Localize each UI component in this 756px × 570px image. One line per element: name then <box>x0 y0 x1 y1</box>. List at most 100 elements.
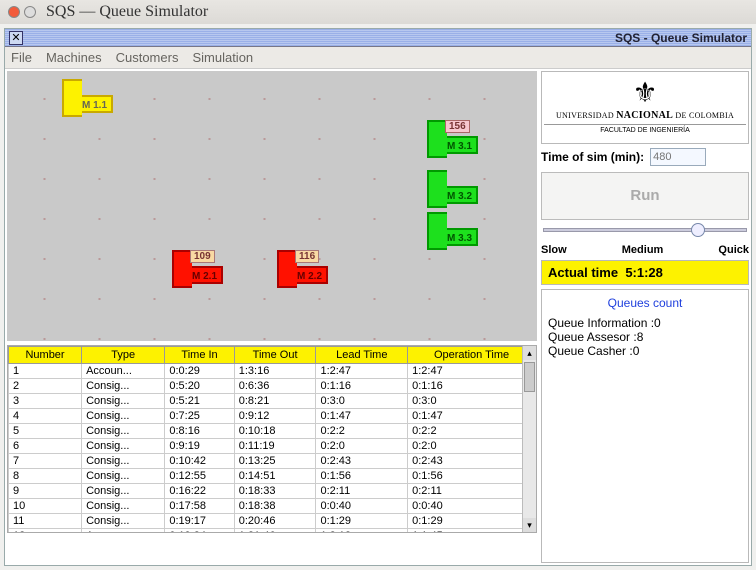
ticket-109: 109 <box>190 250 215 263</box>
table-row[interactable]: 6Consig...0:9:190:11:190:2:00:2:0 <box>9 439 536 454</box>
table-cell: 0:1:56 <box>316 469 408 484</box>
simulation-canvas[interactable]: M 1.1 109 M 2.1 116 M 2.2 156 M 3.1 M 3.… <box>7 71 537 341</box>
window-minimize-button[interactable] <box>24 6 36 18</box>
results-table: Number Type Time In Time Out Lead Time O… <box>8 346 536 533</box>
table-cell: 0:19:17 <box>165 514 234 529</box>
table-row[interactable]: 1Accoun...0:0:291:3:161:2:471:2:47 <box>9 364 536 379</box>
table-row[interactable]: 5Consig...0:8:160:10:180:2:20:2:2 <box>9 424 536 439</box>
col-lead-time[interactable]: Lead Time <box>316 347 408 364</box>
table-cell: 0:17:58 <box>165 499 234 514</box>
inner-close-button[interactable]: ✕ <box>9 31 23 45</box>
table-cell: 0:3:0 <box>316 394 408 409</box>
col-time-in[interactable]: Time In <box>165 347 234 364</box>
table-cell: 7 <box>9 454 82 469</box>
app-frame: ✕ SQS - Queue Simulator File Machines Cu… <box>4 28 752 566</box>
table-row[interactable]: 3Consig...0:5:210:8:210:3:00:3:0 <box>9 394 536 409</box>
machine-m3-3[interactable]: M 3.3 <box>427 228 478 246</box>
run-button[interactable]: Run <box>541 172 749 220</box>
table-cell: 0:9:12 <box>234 409 316 424</box>
table-row[interactable]: 2Consig...0:5:200:6:360:1:160:1:16 <box>9 379 536 394</box>
table-cell: 0:8:16 <box>165 424 234 439</box>
table-cell: 1:21:46 <box>234 529 316 534</box>
window-title: SQS — Queue Simulator <box>46 3 208 21</box>
table-row[interactable]: 10Consig...0:17:580:18:380:0:400:0:40 <box>9 499 536 514</box>
col-number[interactable]: Number <box>9 347 82 364</box>
table-cell: 0:1:29 <box>316 514 408 529</box>
table-cell: 0:1:29 <box>408 514 536 529</box>
speed-medium-label: Medium <box>622 244 664 256</box>
table-cell: 0:18:33 <box>234 484 316 499</box>
table-cell: 0:1:16 <box>408 379 536 394</box>
col-operation-time[interactable]: Operation Time <box>408 347 536 364</box>
table-cell: 0:18:38 <box>234 499 316 514</box>
table-cell: 0:9:19 <box>165 439 234 454</box>
scroll-thumb[interactable] <box>524 362 535 392</box>
actual-time-label: Actual time <box>548 265 618 280</box>
queue-information: Queue Information :0 <box>548 316 742 330</box>
table-cell: 11 <box>9 514 82 529</box>
table-cell: Accoun... <box>82 364 165 379</box>
table-row[interactable]: 8Consig...0:12:550:14:510:1:560:1:56 <box>9 469 536 484</box>
table-cell: 0:0:40 <box>316 499 408 514</box>
machine-m3-1[interactable]: 156 M 3.1 <box>427 136 478 154</box>
table-row[interactable]: 7Consig...0:10:420:13:250:2:430:2:43 <box>9 454 536 469</box>
time-of-sim-row: Time of sim (min): <box>541 148 749 166</box>
table-cell: 0:2:43 <box>408 454 536 469</box>
table-cell: 6 <box>9 439 82 454</box>
speed-slider[interactable] <box>543 228 747 232</box>
table-header-row: Number Type Time In Time Out Lead Time O… <box>9 347 536 364</box>
table-scrollbar[interactable]: ▴ ▾ <box>522 346 536 532</box>
speed-slow-label: Slow <box>541 244 567 256</box>
machine-label: M 3.1 <box>447 141 472 152</box>
results-table-wrap: Number Type Time In Time Out Lead Time O… <box>7 345 537 533</box>
table-cell: Consig... <box>82 469 165 484</box>
machine-m1-1[interactable]: M 1.1 <box>62 95 113 113</box>
table-cell: 1:2:47 <box>316 364 408 379</box>
ticket-156: 156 <box>445 120 470 133</box>
table-cell: 0:2:0 <box>316 439 408 454</box>
table-row[interactable]: 11Consig...0:19:170:20:460:1:290:1:29 <box>9 514 536 529</box>
inner-title: SQS - Queue Simulator <box>615 31 747 45</box>
table-cell: 5 <box>9 424 82 439</box>
table-cell: 0:2:2 <box>408 424 536 439</box>
table-cell: 1:3:16 <box>234 364 316 379</box>
machine-m2-2[interactable]: 116 M 2.2 <box>277 266 328 284</box>
right-column: ⚜ UNIVERSIDAD NACIONAL DE COLOMBIA FACUL… <box>539 69 751 565</box>
table-cell: 0:1:47 <box>408 409 536 424</box>
scroll-up-arrow-icon[interactable]: ▴ <box>523 346 536 360</box>
table-cell: 12 <box>9 529 82 534</box>
table-cell: Consig... <box>82 379 165 394</box>
table-cell: 0:11:19 <box>234 439 316 454</box>
table-cell: 0:3:0 <box>408 394 536 409</box>
queues-title: Queues count <box>548 296 742 310</box>
table-row[interactable]: 4Consig...0:7:250:9:120:1:470:1:47 <box>9 409 536 424</box>
scroll-down-arrow-icon[interactable]: ▾ <box>523 518 536 532</box>
machine-label: M 3.2 <box>447 191 472 202</box>
table-cell: 0:13:25 <box>234 454 316 469</box>
table-cell: 0:2:11 <box>316 484 408 499</box>
table-cell: 2 <box>9 379 82 394</box>
table-cell: 1:2:47 <box>408 364 536 379</box>
time-of-sim-input[interactable] <box>650 148 706 166</box>
menu-file[interactable]: File <box>11 50 32 65</box>
menu-simulation[interactable]: Simulation <box>192 50 253 65</box>
col-type[interactable]: Type <box>82 347 165 364</box>
col-time-out[interactable]: Time Out <box>234 347 316 364</box>
table-cell: 0:2:2 <box>316 424 408 439</box>
queue-assesor: Queue Assesor :8 <box>548 330 742 344</box>
menu-machines[interactable]: Machines <box>46 50 102 65</box>
table-row[interactable]: 9Consig...0:16:220:18:330:2:110:2:11 <box>9 484 536 499</box>
ticket-116: 116 <box>295 250 319 263</box>
machine-label: M 2.2 <box>297 271 322 282</box>
window-close-button[interactable] <box>8 6 20 18</box>
machine-m3-2[interactable]: M 3.2 <box>427 186 478 204</box>
menu-customers[interactable]: Customers <box>116 50 179 65</box>
machine-m2-1[interactable]: 109 M 2.1 <box>172 266 223 284</box>
speed-quick-label: Quick <box>718 244 749 256</box>
table-cell: Accoun... <box>82 529 165 534</box>
speed-slider-thumb[interactable] <box>691 223 705 237</box>
table-row[interactable]: 12Accoun...0:19:341:21:461:2:121:1:45 <box>9 529 536 534</box>
table-cell: 0:10:18 <box>234 424 316 439</box>
table-cell: Consig... <box>82 454 165 469</box>
table-cell: Consig... <box>82 499 165 514</box>
